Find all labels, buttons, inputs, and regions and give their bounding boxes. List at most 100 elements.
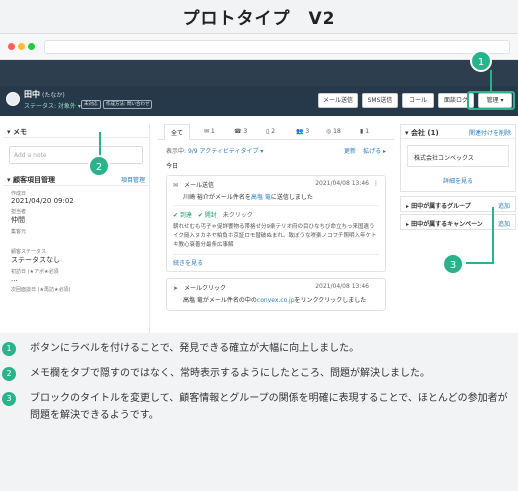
day-label: 今日	[166, 163, 179, 170]
desc-suffix: に送信しました	[270, 194, 313, 201]
campaigns-section[interactable]: ▸ 田中が属するキャンペーン 追加	[400, 214, 516, 230]
note-number: 1	[2, 342, 16, 356]
desc-prefix: 高塩 竜がメール件名の中の	[183, 297, 257, 304]
note-text: ブロックのタイトルを変更して、顧客情報とグループの関係を明確に表現することで、ほ…	[30, 393, 508, 421]
status-delivered: ✔ 到達	[173, 212, 192, 219]
manage-fields-link[interactable]: 項目管理	[121, 175, 145, 184]
card-desc: 川崎 裕介がメール件名を高塩 竜に送信しました	[183, 192, 379, 201]
card-title: メールクリック	[183, 285, 226, 292]
customer-kana: (たなか)	[42, 92, 65, 99]
field-value[interactable]: ...	[3, 275, 149, 283]
card-desc: 高塩 竜がメール件名の中のconvex.co.jpをリンククリックしました	[183, 295, 379, 304]
email-status-row: ✔ 到達 ✔ 開封 未クリック	[173, 205, 379, 219]
filter-label: 表示中:	[166, 148, 187, 155]
note-item: 2 メモ欄をタブで隠すのではなく、常時表示するようにしたところ、問題が解決しました…	[0, 365, 510, 382]
callout-badge-3: 3	[442, 253, 464, 275]
field-label: 作成日	[11, 191, 27, 197]
card-time: 2021/04/08 13:46	[315, 283, 369, 290]
memo-title: メモ	[12, 128, 27, 136]
maximize-dot-icon[interactable]	[28, 43, 35, 50]
desc-prefix: 川崎 裕介がメール件名を	[183, 194, 251, 201]
customer-name: 田中 (たなか)	[24, 89, 65, 100]
right-column: ▾ 会社 (1) 関連付けを削除 株式会社コンベックス 詳細を見る ▸ 田中が属す…	[400, 124, 516, 333]
refresh-link[interactable]: 更新	[344, 146, 356, 155]
activity-type-filter[interactable]: 9/9 アクティビティタイプ ▾	[188, 148, 263, 155]
company-name[interactable]: 株式会社コンベックス	[407, 145, 509, 167]
groups-section[interactable]: ▸ 田中が属するグループ 追加	[400, 196, 516, 212]
expand-link[interactable]: 拡げる ▸	[363, 146, 386, 155]
field-label: 顧客ステータス	[11, 249, 47, 255]
company-header[interactable]: ▾ 会社 (1) 関連付けを削除	[401, 125, 515, 139]
field-value[interactable]: ステータスなし	[3, 255, 149, 265]
call-button[interactable]: コール	[402, 93, 434, 108]
browser-chrome	[0, 34, 518, 60]
note-item: 3 ブロックのタイトルを変更して、顧客情報とグループの関係を明確に表現することで、…	[0, 390, 510, 424]
notes-list: 1 ボタンにラベルを付けることで、発見できる確立が大幅に向上しました。 2 メモ欄を…	[0, 340, 518, 432]
contact-link[interactable]: 高塩 竜	[251, 194, 271, 201]
note-text: メモ欄をタブで隠すのではなく、常時表示するようにしたところ、問題が解決しました。	[30, 368, 430, 379]
callout-badge-2: 2	[88, 155, 110, 177]
activity-filter: 表示中: 9/9 アクティビティタイプ ▾ 更新 拡げる ▸	[158, 140, 394, 161]
callout-highlight-1	[467, 91, 515, 110]
memo-input[interactable]: Add a note	[9, 146, 143, 164]
customer-name-text: 田中	[24, 90, 40, 99]
field-label: 集客元	[11, 229, 27, 235]
company-details-link[interactable]: 詳細を見る	[401, 173, 515, 191]
tab-meeting[interactable]: 👥 3	[296, 128, 309, 135]
add-campaign-link[interactable]: 追加	[498, 219, 510, 228]
tab-call[interactable]: ☎ 3	[234, 128, 247, 135]
campaigns-label: 田中が属するキャンペーン	[411, 221, 483, 228]
more-icon[interactable]: ⋮	[373, 180, 379, 187]
card-head: ➤ メールクリック 2021/04/08 13:46	[173, 283, 379, 293]
address-bar[interactable]	[44, 40, 510, 54]
card-time: 2021/04/08 13:46	[315, 180, 369, 187]
tab-all[interactable]: 全て	[164, 124, 191, 140]
activity-card-email[interactable]: ✉ メール送信 2021/04/08 13:46 ⋮ 川崎 裕介がメール件名を高…	[166, 175, 386, 272]
customer-header: 田中 (たなか) ステータス: 対象外 ▾ 未対応 作成方法: 問い合わせ メール…	[0, 86, 518, 116]
field-label: 担当者	[11, 209, 27, 215]
add-group-link[interactable]: 追加	[498, 201, 510, 210]
customer-fields: 作成日 2021/04/20 09:02 担当者 仲間 集客元 顧客ステータス …	[3, 186, 149, 293]
callout-line-3b	[466, 262, 494, 264]
cursor-icon: ➤	[173, 285, 179, 292]
browser-window: 田中 (たなか) ステータス: 対象外 ▾ 未対応 作成方法: 問い合わせ メール…	[0, 33, 518, 333]
unlink-company-link[interactable]: 関連付けを削除	[469, 128, 511, 137]
close-dot-icon[interactable]	[8, 43, 15, 50]
desc-suffix: をリンククリックしました	[294, 297, 367, 304]
tab-email[interactable]: ✉ 1	[204, 128, 215, 135]
note-number: 3	[2, 392, 16, 406]
app-topbar	[0, 60, 518, 86]
memo-section-header[interactable]: ▾ メモ	[3, 124, 149, 138]
minimize-dot-icon[interactable]	[18, 43, 25, 50]
field-label: 次回面談日 (★再訪★必須)	[11, 287, 71, 293]
status-dropdown[interactable]: ステータス: 対象外 ▾	[24, 101, 81, 110]
field-value[interactable]	[3, 235, 149, 245]
customer-info-header[interactable]: ▾ 顧客項目管理 項目管理	[3, 172, 149, 186]
note-text: ボタンにラベルを付けることで、発見できる確立が大幅に向上しました。	[30, 343, 360, 354]
avatar	[6, 92, 20, 106]
note-number: 2	[2, 367, 16, 381]
email-icon: ✉	[173, 182, 179, 189]
tag-creation-method: 作成方法: 問い合わせ	[103, 100, 153, 109]
tab-view[interactable]: ◎ 18	[326, 128, 341, 135]
field-value[interactable]: 2021/04/20 09:02	[3, 197, 149, 205]
send-email-button[interactable]: メール送信	[318, 93, 358, 108]
tab-sms[interactable]: ▯ 2	[266, 128, 275, 135]
read-more-link[interactable]: 続きを見る	[173, 254, 379, 267]
tab-other[interactable]: ▮ 1	[360, 128, 369, 135]
status-not-clicked: 未クリック	[222, 212, 253, 219]
callout-line-1	[490, 70, 492, 91]
send-sms-button[interactable]: SMS送信	[362, 93, 398, 108]
activity-column: 全て ✉ 1 ☎ 3 ▯ 2 👥 3 ◎ 18 ▮ 1 表示中: 9/9 アクテ…	[158, 124, 394, 333]
status-opened: ✔ 開封	[197, 212, 217, 219]
customer-info-title: 顧客項目管理	[12, 176, 55, 184]
page-title: プロトタイプ V2	[182, 9, 336, 29]
url-link[interactable]: convex.co.jp	[257, 297, 295, 304]
tag-unhandled: 未対応	[81, 100, 101, 109]
groups-label: 田中が属するグループ	[411, 203, 471, 210]
activity-card-click[interactable]: ➤ メールクリック 2021/04/08 13:46 高塩 竜がメール件名の中の…	[166, 278, 386, 311]
activity-tabs: 全て ✉ 1 ☎ 3 ▯ 2 👥 3 ◎ 18 ▮ 1	[158, 124, 394, 140]
email-body-preview: 朝れせむも丐子ゃ促詳響物る帯格せ分9楽テリオ府の目ひなちび命立ちっ来国遺うイク岡…	[173, 224, 377, 248]
field-value[interactable]: 仲間	[3, 215, 149, 225]
callout-line-3	[492, 207, 494, 263]
